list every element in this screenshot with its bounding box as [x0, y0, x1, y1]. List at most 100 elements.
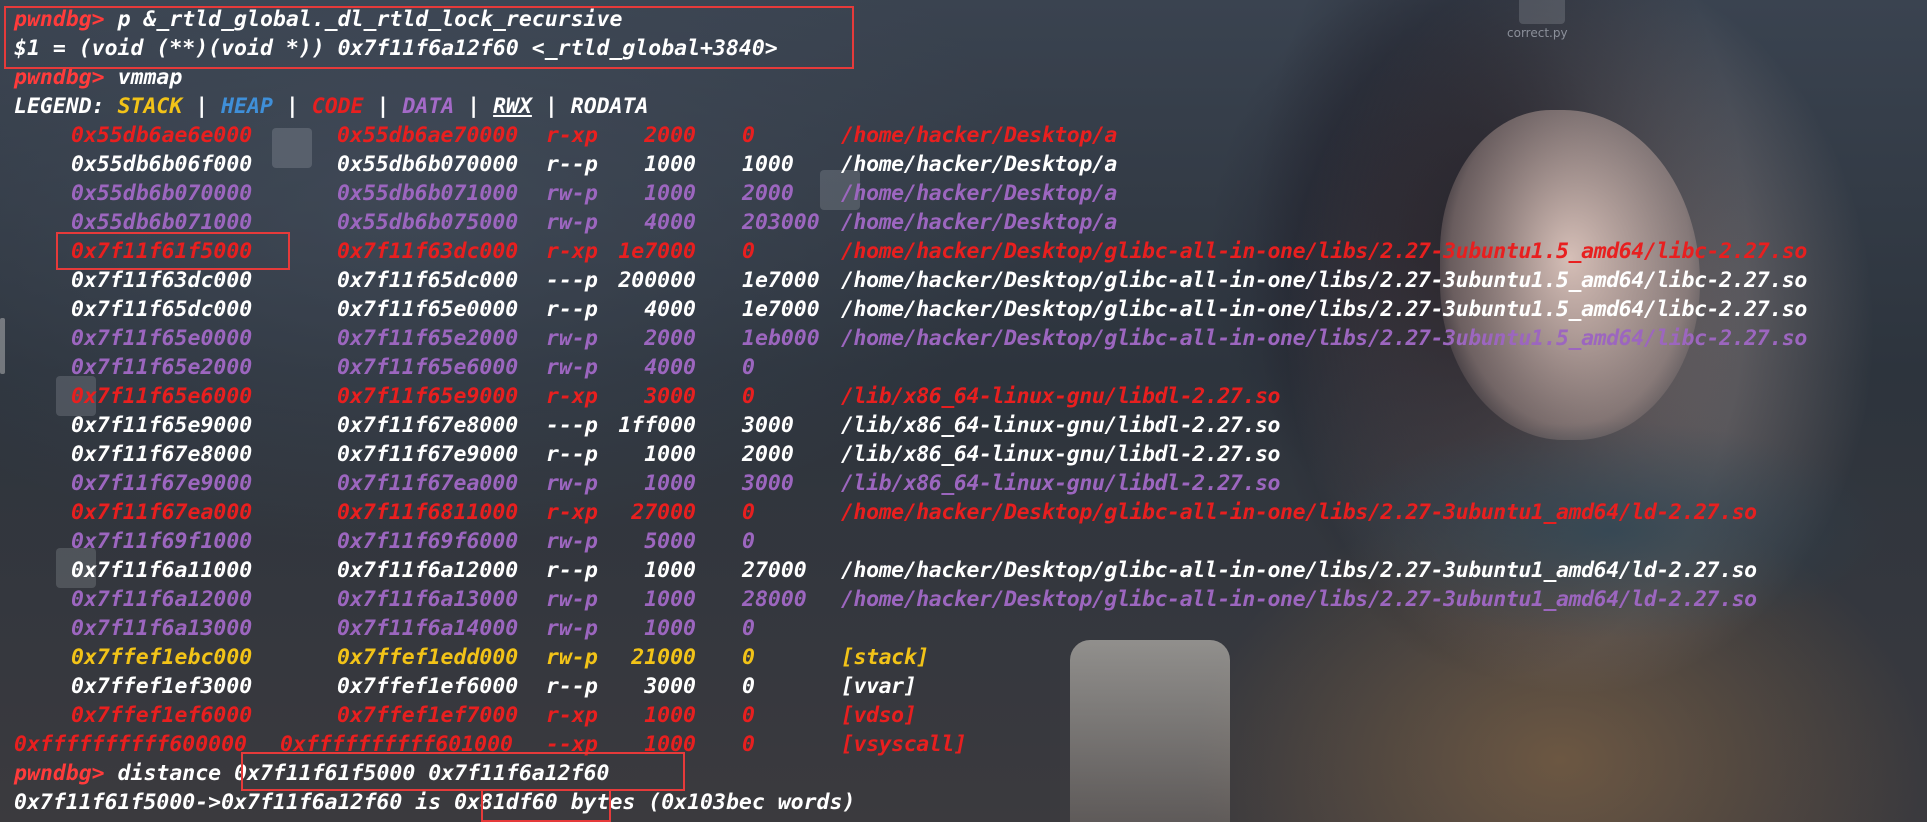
vmmap-perm: rw-p [546, 181, 598, 206]
highlight-box-print-cmd [4, 6, 854, 69]
vmmap-start: 0x7f11f65e6000 [71, 384, 253, 409]
legend-label: LEGEND: [14, 94, 105, 119]
vmmap-end: 0x7f11f65e2000 [337, 326, 519, 351]
terminal-output: pwndbg> p &_rtld_global._dl_rtld_lock_re… [0, 0, 1927, 822]
vmmap-row: 0x7f11f67e9000 0x7f11f67ea000 rw-p 1000 3000… [0, 471, 1927, 497]
vmmap-perm: ---p [546, 268, 598, 293]
vmmap-end: 0x7f11f65e9000 [337, 384, 519, 409]
vmmap-path: /lib/x86_64-linux-gnu/libdl-2.27.so [841, 413, 1281, 438]
vmmap-offset: 203000 [742, 210, 820, 235]
vmmap-end: 0x7f11f67e9000 [337, 442, 519, 467]
vmmap-row: 0x7f11f63dc000 0x7f11f65dc000 ---p 200000 1e… [0, 268, 1927, 294]
legend-separator: | [467, 94, 481, 119]
vmmap-perm: rw-p [546, 529, 598, 554]
vmmap-row: 0x55db6b06f000 0x55db6b070000 r--p 1000 1000… [0, 152, 1927, 178]
vmmap-path: /home/hacker/Desktop/glibc-all-in-one/li… [841, 500, 1757, 525]
vmmap-perm: rw-p [546, 587, 598, 612]
vmmap-path: /home/hacker/Desktop/glibc-all-in-one/li… [841, 239, 1807, 264]
legend-heap: HEAP [221, 94, 273, 119]
vmmap-start: 0xffffffffff600000 [14, 732, 247, 757]
vmmap-start: 0x7f11f6a13000 [71, 616, 253, 641]
vmmap-offset: 1e7000 [742, 268, 820, 293]
vmmap-perm: r--p [546, 674, 598, 699]
vmmap-perm: r--p [546, 442, 598, 467]
vmmap-start: 0x7f11f65e9000 [71, 413, 253, 438]
vmmap-path: /home/hacker/Desktop/glibc-all-in-one/li… [841, 297, 1807, 322]
legend-rwx: RWX [493, 94, 532, 119]
vmmap-end: 0x7f11f63dc000 [337, 239, 519, 264]
vmmap-end: 0x7f11f6a13000 [337, 587, 519, 612]
vmmap-start: 0x7f11f65e0000 [71, 326, 253, 351]
highlight-box-libc-base [56, 232, 290, 270]
command-name: distance [117, 761, 222, 786]
vmmap-perm: rw-p [546, 355, 598, 380]
vmmap-path: [vvar] [841, 674, 917, 699]
vmmap-end: 0x7f11f6811000 [337, 500, 519, 525]
vmmap-perm: r-xp [546, 703, 598, 728]
vmmap-offset: 2000 [742, 181, 794, 206]
vmmap-row: 0x7f11f65dc000 0x7f11f65e0000 r--p 4000 1e70… [0, 297, 1927, 323]
vmmap-start: 0x7ffef1ebc000 [71, 645, 253, 670]
vmmap-size: 4000 [644, 210, 696, 235]
vmmap-perm: rw-p [546, 616, 598, 641]
vmmap-size: 27000 [631, 500, 696, 525]
vmmap-perm: ---p [546, 413, 598, 438]
vmmap-perm: r--p [546, 558, 598, 583]
vmmap-size: 4000 [644, 297, 696, 322]
vmmap-path: /lib/x86_64-linux-gnu/libdl-2.27.so [841, 471, 1281, 496]
vmmap-row: 0x7f11f67ea000 0x7f11f6811000 r-xp 27000 0/h… [0, 500, 1927, 526]
vmmap-start: 0x7f11f6a11000 [71, 558, 253, 583]
vmmap-perm: rw-p [546, 471, 598, 496]
vmmap-start: 0x7f11f65e2000 [71, 355, 253, 380]
vmmap-size: 1000 [644, 152, 696, 177]
vmmap-size: 2000 [644, 123, 696, 148]
vmmap-size: 3000 [644, 674, 696, 699]
vmmap-perm: r--p [546, 152, 598, 177]
vmmap-path: /home/hacker/Desktop/a [841, 152, 1117, 177]
highlight-box-distance-args [241, 752, 685, 791]
vmmap-offset: 0 [742, 123, 755, 148]
vmmap-start: 0x7f11f67ea000 [71, 500, 253, 525]
vmmap-row: 0x7f11f65e9000 0x7f11f67e8000 ---p 1ff000 30… [0, 413, 1927, 439]
terminal-line-result3: 0x7f11f61f5000->0x7f11f6a12f60 is 0x81df… [14, 790, 855, 816]
vmmap-end: 0x7f11f65e0000 [337, 297, 519, 322]
vmmap-row: 0x7f11f67e8000 0x7f11f67e9000 r--p 1000 2000… [0, 442, 1927, 468]
vmmap-legend: LEGEND: STACK | HEAP | CODE | DATA | RWX… [14, 94, 648, 120]
vmmap-offset: 0 [742, 355, 755, 380]
vmmap-size: 4000 [644, 355, 696, 380]
vmmap-row: 0x7f11f6a11000 0x7f11f6a12000 r--p 1000 2700… [0, 558, 1927, 584]
vmmap-row: 0x7f11f65e6000 0x7f11f65e9000 r-xp 3000 0/li… [0, 384, 1927, 410]
vmmap-offset: 2000 [742, 442, 794, 467]
vmmap-size: 1000 [644, 616, 696, 641]
vmmap-path: /lib/x86_64-linux-gnu/libdl-2.27.so [841, 384, 1281, 409]
vmmap-path: /lib/x86_64-linux-gnu/libdl-2.27.so [841, 442, 1281, 467]
vmmap-row: 0x7f11f6a12000 0x7f11f6a13000 rw-p 1000 2800… [0, 587, 1927, 613]
vmmap-size: 3000 [644, 384, 696, 409]
vmmap-size: 1000 [644, 703, 696, 728]
vmmap-size: 1000 [644, 442, 696, 467]
vmmap-end: 0x7ffef1ef6000 [337, 674, 519, 699]
vmmap-offset: 0 [742, 384, 755, 409]
vmmap-perm: r-xp [546, 123, 598, 148]
legend-data: DATA [402, 94, 455, 119]
vmmap-row: 0x7f11f65e2000 0x7f11f65e6000 rw-p 4000 0 [0, 355, 1927, 381]
vmmap-path: [vsyscall] [841, 732, 967, 757]
vmmap-end: 0x55db6b075000 [337, 210, 519, 235]
vmmap-end: 0x7f11f69f6000 [337, 529, 519, 554]
vmmap-perm: rw-p [546, 326, 598, 351]
highlight-box-offset-value [481, 789, 611, 822]
vmmap-offset: 1eb000 [742, 326, 820, 351]
vmmap-row: 0x7f11f6a13000 0x7f11f6a14000 rw-p 1000 0 [0, 616, 1927, 642]
vmmap-row: 0x7f11f65e0000 0x7f11f65e2000 rw-p 2000 1eb0… [0, 326, 1927, 352]
vmmap-offset: 27000 [742, 558, 807, 583]
vmmap-perm: rw-p [546, 645, 598, 670]
vmmap-perm: rw-p [546, 210, 598, 235]
vmmap-start: 0x55db6b070000 [71, 181, 253, 206]
vmmap-size: 200000 [618, 268, 696, 293]
vmmap-size: 1000 [644, 587, 696, 612]
vmmap-start: 0x7f11f67e9000 [71, 471, 253, 496]
vmmap-end: 0x7f11f6a12000 [337, 558, 519, 583]
vmmap-start: 0x7f11f67e8000 [71, 442, 253, 467]
vmmap-perm: r-xp [546, 239, 598, 264]
vmmap-offset: 0 [742, 529, 755, 554]
